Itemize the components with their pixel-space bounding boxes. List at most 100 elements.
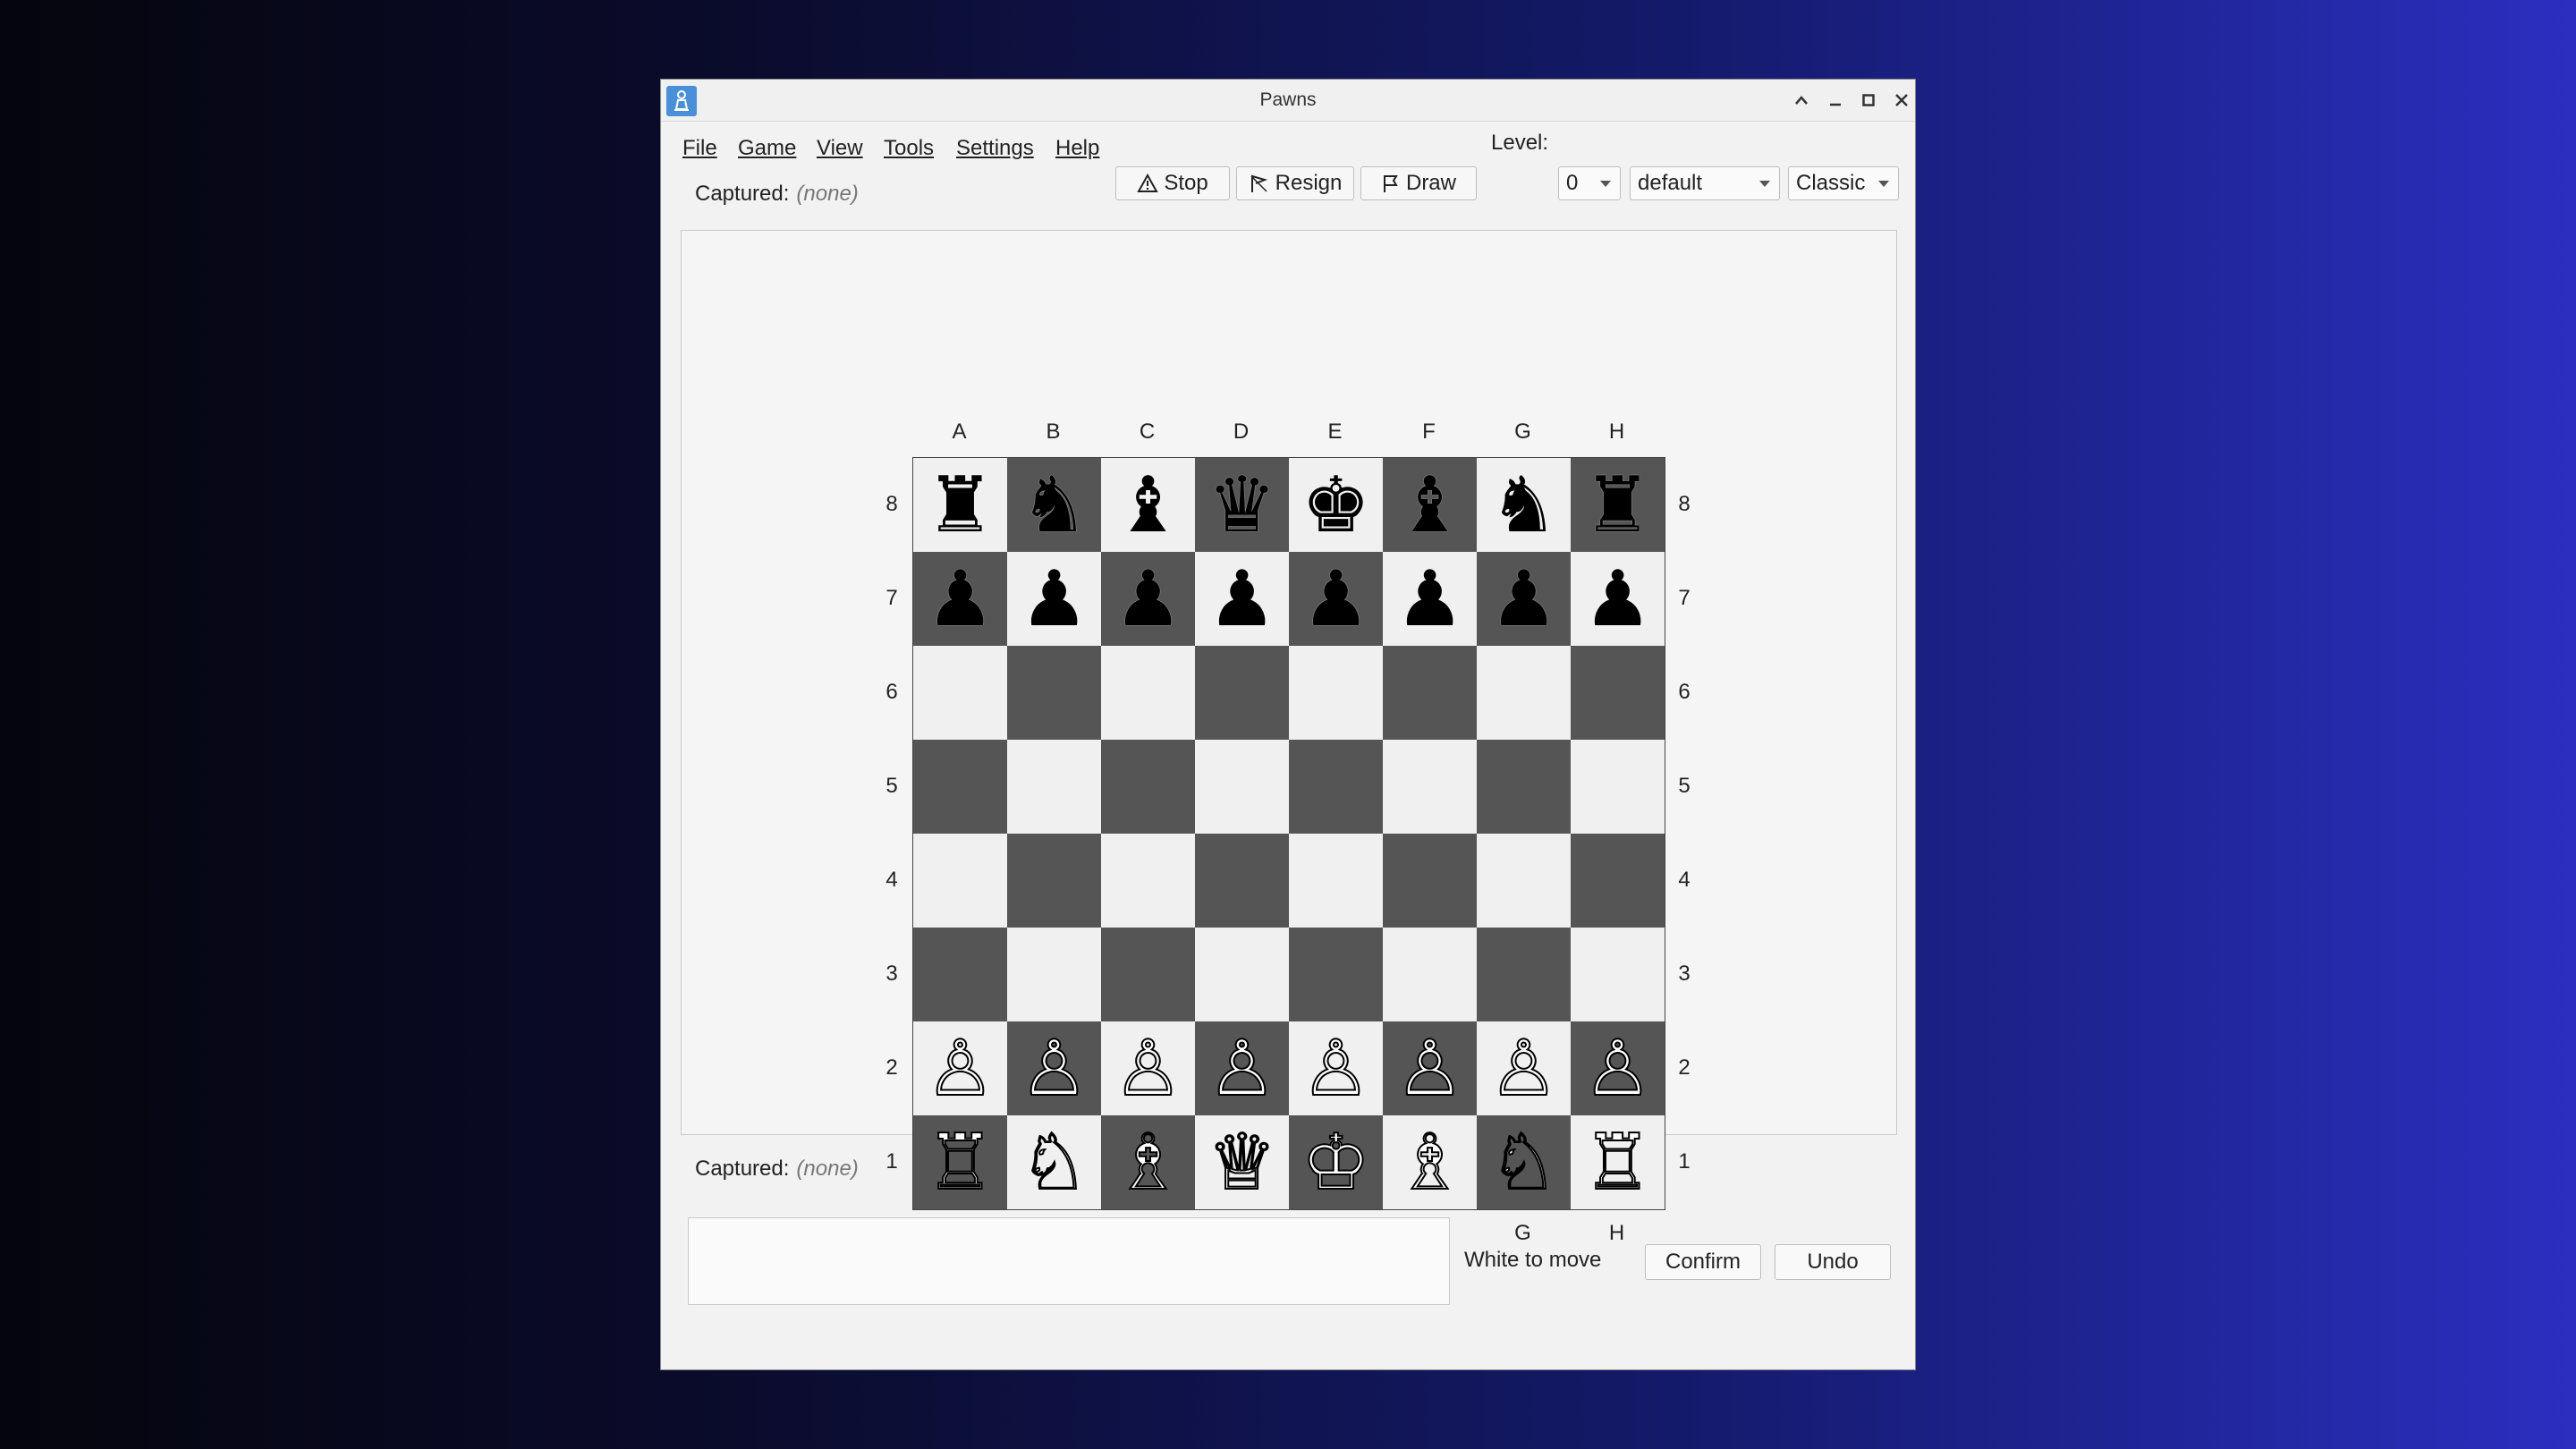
white-pawn-piece[interactable]: ♙: [1582, 1030, 1653, 1108]
menu-file[interactable]: File: [682, 121, 717, 176]
chevron-up-icon[interactable]: [1788, 87, 1815, 114]
white-rook-piece[interactable]: ♖: [925, 1123, 996, 1202]
square-b2[interactable]: ♙: [1007, 1021, 1101, 1115]
square-f7[interactable]: ♟: [1383, 552, 1477, 646]
square-e3[interactable]: [1289, 928, 1383, 1021]
square-g5[interactable]: [1477, 740, 1571, 834]
black-pawn-piece[interactable]: ♟: [1583, 561, 1652, 638]
square-d2[interactable]: ♙: [1195, 1021, 1289, 1115]
square-e4[interactable]: [1289, 834, 1383, 928]
square-e2[interactable]: ♙: [1289, 1021, 1383, 1115]
square-c5[interactable]: [1101, 740, 1195, 834]
white-pawn-piece[interactable]: ♙: [1113, 1030, 1183, 1108]
square-e6[interactable]: [1289, 646, 1383, 740]
square-e8[interactable]: ♚: [1289, 458, 1383, 552]
white-pawn-piece[interactable]: ♙: [1301, 1030, 1371, 1108]
white-pawn-piece[interactable]: ♙: [1394, 1030, 1465, 1108]
confirm-button[interactable]: Confirm: [1645, 1244, 1761, 1280]
square-b7[interactable]: ♟: [1007, 552, 1101, 646]
square-c2[interactable]: ♙: [1101, 1021, 1195, 1115]
draw-button[interactable]: Draw: [1360, 166, 1477, 200]
square-f2[interactable]: ♙: [1383, 1021, 1477, 1115]
black-rook-piece[interactable]: ♜: [1583, 467, 1652, 544]
white-pawn-piece[interactable]: ♙: [1207, 1030, 1277, 1108]
square-d3[interactable]: [1195, 928, 1289, 1021]
square-b8[interactable]: ♞: [1007, 458, 1101, 552]
menu-help[interactable]: Help: [1055, 121, 1099, 176]
square-a5[interactable]: [913, 740, 1007, 834]
square-h7[interactable]: ♟: [1571, 552, 1665, 646]
square-d1[interactable]: ♕: [1195, 1115, 1289, 1209]
menu-game[interactable]: Game: [738, 121, 796, 176]
white-bishop-piece[interactable]: ♗: [1394, 1123, 1465, 1202]
theme-select[interactable]: Classic: [1788, 166, 1899, 200]
white-pawn-piece[interactable]: ♙: [1488, 1030, 1559, 1108]
black-king-piece[interactable]: ♚: [1301, 467, 1370, 544]
square-g2[interactable]: ♙: [1477, 1021, 1571, 1115]
black-knight-piece[interactable]: ♞: [1020, 467, 1089, 544]
black-pawn-piece[interactable]: ♟: [1208, 561, 1276, 638]
square-d7[interactable]: ♟: [1195, 552, 1289, 646]
square-h1[interactable]: ♖: [1571, 1115, 1665, 1209]
white-queen-piece[interactable]: ♕: [1207, 1123, 1277, 1202]
square-f8[interactable]: ♝: [1383, 458, 1477, 552]
square-a1[interactable]: ♖: [913, 1115, 1007, 1209]
white-rook-piece[interactable]: ♖: [1582, 1123, 1653, 1202]
square-d5[interactable]: [1195, 740, 1289, 834]
square-g4[interactable]: [1477, 834, 1571, 928]
square-h8[interactable]: ♜: [1571, 458, 1665, 552]
square-h5[interactable]: [1571, 740, 1665, 834]
square-h4[interactable]: [1571, 834, 1665, 928]
engine-select[interactable]: default: [1630, 166, 1780, 200]
menu-view[interactable]: View: [817, 121, 863, 176]
stop-button[interactable]: Stop: [1115, 166, 1230, 200]
square-b1[interactable]: ♘: [1007, 1115, 1101, 1209]
menu-settings[interactable]: Settings: [956, 121, 1034, 176]
square-a3[interactable]: [913, 928, 1007, 1021]
white-bishop-piece[interactable]: ♗: [1113, 1123, 1183, 1202]
black-bishop-piece[interactable]: ♝: [1395, 467, 1464, 544]
black-queen-piece[interactable]: ♛: [1208, 467, 1276, 544]
minimize-icon[interactable]: [1822, 87, 1849, 114]
square-a7[interactable]: ♟: [913, 552, 1007, 646]
black-pawn-piece[interactable]: ♟: [1020, 561, 1089, 638]
square-f3[interactable]: [1383, 928, 1477, 1021]
black-pawn-piece[interactable]: ♟: [1114, 561, 1182, 638]
square-e7[interactable]: ♟: [1289, 552, 1383, 646]
square-d4[interactable]: [1195, 834, 1289, 928]
square-c7[interactable]: ♟: [1101, 552, 1195, 646]
white-knight-piece[interactable]: ♘: [1019, 1123, 1089, 1202]
square-d6[interactable]: [1195, 646, 1289, 740]
square-b6[interactable]: [1007, 646, 1101, 740]
square-h2[interactable]: ♙: [1571, 1021, 1665, 1115]
square-c3[interactable]: [1101, 928, 1195, 1021]
square-e5[interactable]: [1289, 740, 1383, 834]
white-pawn-piece[interactable]: ♙: [925, 1030, 996, 1108]
black-pawn-piece[interactable]: ♟: [1301, 561, 1370, 638]
square-c6[interactable]: [1101, 646, 1195, 740]
square-h6[interactable]: [1571, 646, 1665, 740]
square-f5[interactable]: [1383, 740, 1477, 834]
square-f1[interactable]: ♗: [1383, 1115, 1477, 1209]
square-c4[interactable]: [1101, 834, 1195, 928]
square-h3[interactable]: [1571, 928, 1665, 1021]
square-g6[interactable]: [1477, 646, 1571, 740]
black-pawn-piece[interactable]: ♟: [926, 561, 995, 638]
square-f6[interactable]: [1383, 646, 1477, 740]
move-input[interactable]: [688, 1217, 1450, 1305]
square-b5[interactable]: [1007, 740, 1101, 834]
square-a6[interactable]: [913, 646, 1007, 740]
black-rook-piece[interactable]: ♜: [926, 467, 995, 544]
menu-tools[interactable]: Tools: [884, 121, 934, 176]
black-knight-piece[interactable]: ♞: [1489, 467, 1558, 544]
square-a4[interactable]: [913, 834, 1007, 928]
close-icon[interactable]: [1888, 87, 1915, 114]
white-knight-piece[interactable]: ♘: [1488, 1123, 1559, 1202]
square-f4[interactable]: [1383, 834, 1477, 928]
square-g3[interactable]: [1477, 928, 1571, 1021]
white-pawn-piece[interactable]: ♙: [1019, 1030, 1089, 1108]
square-g1[interactable]: ♘: [1477, 1115, 1571, 1209]
maximize-icon[interactable]: [1855, 87, 1882, 114]
square-g7[interactable]: ♟: [1477, 552, 1571, 646]
black-pawn-piece[interactable]: ♟: [1395, 561, 1464, 638]
